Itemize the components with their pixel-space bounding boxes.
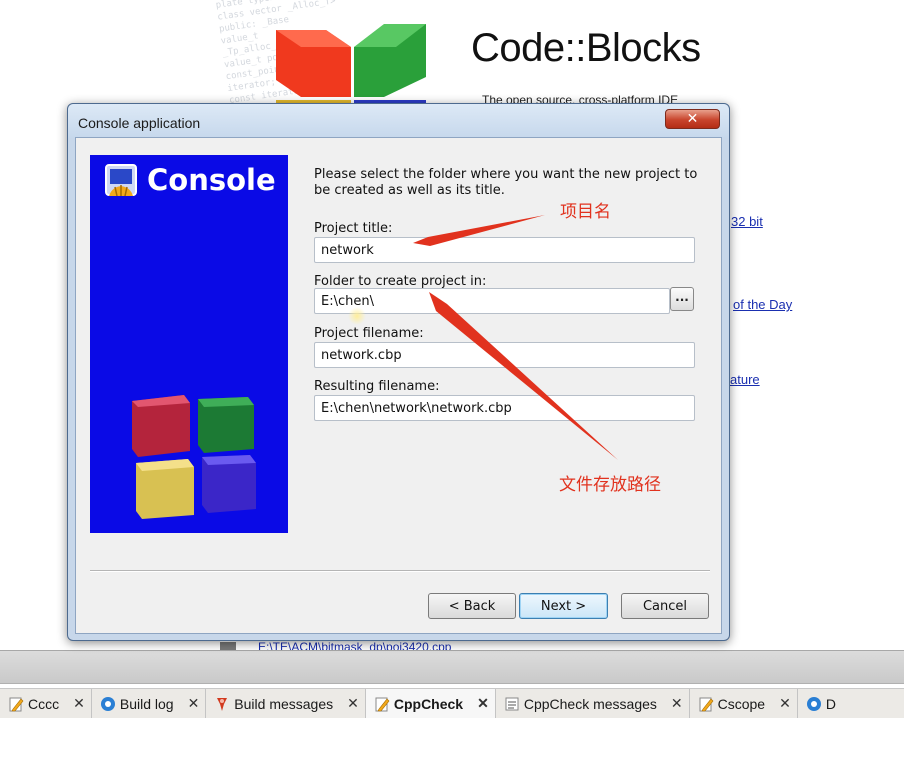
separator bbox=[90, 570, 710, 572]
start-page-link-feature[interactable]: ature bbox=[730, 372, 760, 387]
close-icon[interactable]: ✕ bbox=[779, 695, 791, 712]
tab-debugger[interactable]: D bbox=[798, 689, 842, 718]
pin-icon bbox=[217, 697, 228, 711]
close-button[interactable]: ✕ bbox=[665, 109, 720, 129]
folder-label: Folder to create project in: bbox=[314, 274, 487, 289]
wizard-instructions: Please select the folder where you want … bbox=[314, 167, 698, 198]
close-icon[interactable]: ✕ bbox=[188, 695, 200, 712]
tab-label: Cscope bbox=[717, 695, 766, 712]
project-filename-input[interactable]: network.cbp bbox=[314, 342, 695, 368]
tab-label: CppCheck messages bbox=[523, 695, 657, 712]
tab-cppcheck-messages[interactable]: CppCheck messages ✕ bbox=[496, 689, 690, 718]
start-page-link-32bit[interactable]: 32 bit bbox=[731, 214, 763, 229]
start-page-link-tip-of-day[interactable]: of the Day bbox=[733, 297, 792, 312]
edit-icon bbox=[9, 697, 24, 711]
resulting-filename-input[interactable]: E:\chen\network\network.cbp bbox=[314, 395, 695, 421]
close-icon[interactable]: ✕ bbox=[73, 695, 85, 712]
annotation-file-path: 文件存放路径 bbox=[559, 475, 661, 495]
project-filename-label: Project filename: bbox=[314, 326, 424, 341]
close-icon[interactable]: ✕ bbox=[347, 695, 359, 712]
close-icon[interactable]: ✕ bbox=[477, 695, 489, 712]
panel-splitter[interactable] bbox=[0, 650, 904, 684]
tab-cccc[interactable]: Cccc ✕ bbox=[0, 689, 92, 718]
tab-build-messages[interactable]: Build messages ✕ bbox=[206, 689, 366, 718]
cancel-button[interactable]: Cancel bbox=[621, 593, 709, 619]
gear-icon bbox=[100, 696, 115, 711]
tab-build-log[interactable]: Build log ✕ bbox=[92, 689, 207, 718]
tab-label: CppCheck bbox=[393, 695, 464, 712]
logs-tabbar: Cccc ✕ Build log ✕ Build messages ✕ CppC… bbox=[0, 688, 904, 718]
edit-icon bbox=[375, 697, 390, 711]
project-title-label: Project title: bbox=[314, 221, 393, 236]
next-button[interactable]: Next > bbox=[519, 593, 608, 619]
wizard-side-title: Console bbox=[147, 163, 276, 197]
close-icon[interactable]: ✕ bbox=[671, 695, 683, 712]
folder-input[interactable]: E:\chen\ bbox=[314, 288, 670, 314]
tab-label: Build messages bbox=[234, 695, 334, 712]
tab-label: Cccc bbox=[28, 695, 60, 712]
list-icon bbox=[505, 697, 519, 710]
mouse-cursor-highlight bbox=[348, 307, 366, 325]
tab-label: Build log bbox=[119, 695, 174, 712]
wizard-side-image: Console bbox=[90, 155, 288, 533]
tab-cppcheck[interactable]: CppCheck ✕ bbox=[365, 689, 496, 718]
tab-label: D bbox=[825, 695, 836, 712]
gear-icon bbox=[806, 696, 821, 711]
resulting-filename-label: Resulting filename: bbox=[314, 379, 440, 394]
app-name: Code::Blocks bbox=[471, 26, 701, 70]
tab-cscope[interactable]: Cscope ✕ bbox=[690, 689, 798, 718]
dialog-titlebar[interactable]: Console application ✕ bbox=[68, 104, 729, 138]
annotation-project-name: 项目名 bbox=[560, 202, 611, 222]
project-title-input[interactable]: network bbox=[314, 237, 695, 263]
dialog-client-area: Console Please select the folder where y… bbox=[75, 137, 722, 634]
cubes-logo-icon bbox=[132, 395, 256, 519]
back-button[interactable]: < Back bbox=[428, 593, 516, 619]
console-application-dialog: Console application ✕ Console Please sel… bbox=[67, 103, 730, 641]
console-shell-icon bbox=[105, 164, 137, 197]
browse-folder-button[interactable]: ... bbox=[670, 287, 694, 311]
file-icon bbox=[220, 642, 236, 650]
edit-icon bbox=[699, 697, 714, 711]
dialog-title: Console application bbox=[78, 115, 201, 131]
